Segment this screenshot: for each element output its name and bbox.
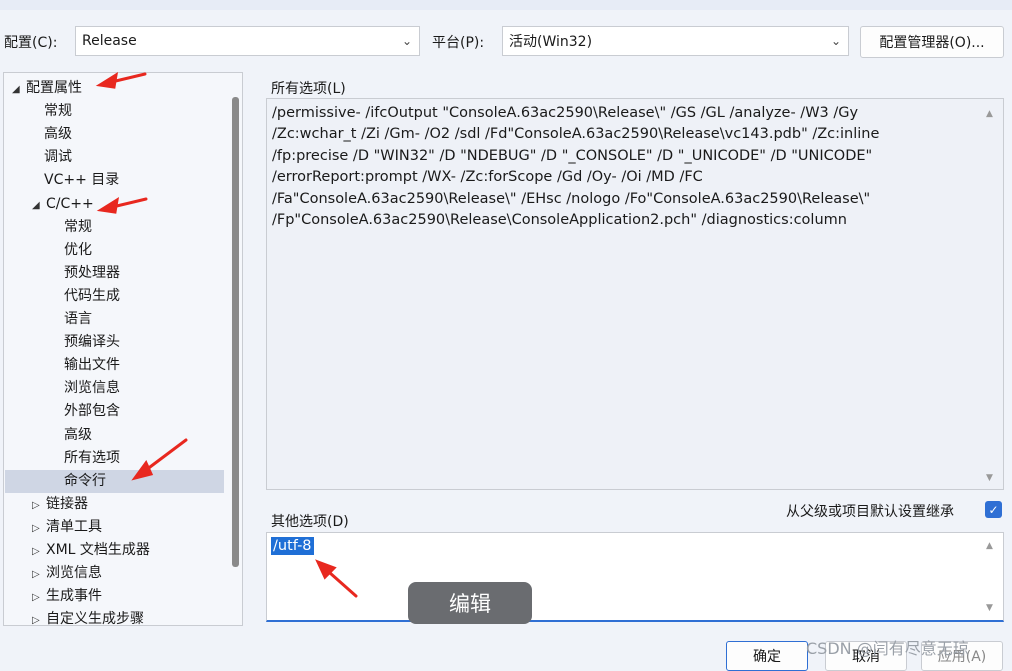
- tree-item-label: 命令行: [64, 472, 106, 489]
- tree-item-label: VC++ 目录: [44, 172, 120, 189]
- inherit-checkbox[interactable]: ✓: [985, 501, 1002, 518]
- platform-dropdown[interactable]: 活动(Win32) ⌄: [502, 26, 849, 56]
- other-options-label: 其他选项(D): [271, 514, 349, 530]
- tree-item[interactable]: 调试: [44, 146, 72, 169]
- expanded-triangle-icon[interactable]: ◢: [32, 194, 46, 217]
- edit-tooltip: 编辑: [408, 582, 532, 624]
- tree-item-label: 高级: [64, 426, 92, 443]
- collapsed-triangle-icon[interactable]: ▷: [32, 609, 46, 625]
- tree-item[interactable]: ◢ C/C++: [32, 193, 94, 216]
- tree-item-label: 优化: [64, 241, 92, 258]
- tree-item-label: 外部包含: [64, 403, 120, 420]
- platform-label: 平台(P):: [432, 35, 485, 51]
- tree-item[interactable]: VC++ 目录: [44, 169, 119, 192]
- tree-item[interactable]: ▷ 自定义生成步骤: [32, 608, 144, 626]
- chevron-down-icon: ⌄: [401, 34, 413, 48]
- tree-item[interactable]: 优化: [64, 239, 92, 262]
- tree-item-label: XML 文档生成器: [46, 542, 150, 558]
- tree-item-label: 链接器: [46, 495, 88, 512]
- tree-item-label: 调试: [44, 149, 72, 166]
- tree-item[interactable]: 外部包含: [64, 400, 120, 423]
- tree-item[interactable]: 浏览信息: [64, 377, 120, 400]
- watermark: CSDN @闫有尽意无琼: [806, 639, 969, 658]
- tree-item-label: 清单工具: [46, 518, 102, 535]
- tree-item-label: 所有选项: [64, 449, 120, 466]
- collapsed-triangle-icon[interactable]: ▷: [32, 517, 46, 540]
- tree-item[interactable]: 所有选项: [64, 447, 120, 470]
- all-options-box[interactable]: /permissive- /ifcOutput "ConsoleA.63ac25…: [266, 98, 1004, 490]
- config-label: 配置(C):: [4, 35, 58, 51]
- tree-item[interactable]: 高级: [44, 123, 72, 146]
- scroll-down-icon[interactable]: ▼: [986, 473, 993, 483]
- tree-item[interactable]: 语言: [64, 308, 92, 331]
- scroll-down-icon[interactable]: ▼: [986, 603, 993, 613]
- tree-item-label: 代码生成: [64, 287, 120, 304]
- tree-item-label: 配置属性: [26, 80, 82, 96]
- config-dropdown[interactable]: Release ⌄: [75, 26, 420, 56]
- collapsed-triangle-icon[interactable]: ▷: [32, 540, 46, 563]
- property-tree[interactable]: ◢ 配置属性 常规 高级 调试 VC++ 目录 ◢ C/C++ 常规 优化 预处理器 代码生成 语言 预编…: [3, 72, 243, 626]
- tree-item-label: 浏览信息: [46, 565, 102, 582]
- title-strip: [0, 0, 1012, 10]
- chevron-down-icon: ⌄: [830, 34, 842, 48]
- tree-item[interactable]: 高级: [64, 424, 92, 447]
- config-manager-button[interactable]: 配置管理器(O)...: [860, 26, 1004, 58]
- tree-item[interactable]: 输出文件: [64, 354, 120, 377]
- tree-item-label: C/C++: [46, 195, 94, 212]
- tree-item-label: 常规: [64, 218, 92, 235]
- tree-selection-highlight: [5, 470, 224, 493]
- scroll-up-icon[interactable]: ▲: [986, 541, 993, 551]
- all-options-label: 所有选项(L): [271, 81, 346, 97]
- tree-item-label: 预处理器: [64, 264, 120, 281]
- tree-item-label: 常规: [44, 103, 72, 120]
- platform-value: 活动(Win32): [509, 34, 593, 50]
- tree-item[interactable]: 常规: [44, 100, 72, 123]
- tree-item[interactable]: ◢ 配置属性: [12, 77, 82, 100]
- tree-item[interactable]: 预编译头: [64, 331, 120, 354]
- tree-item[interactable]: ▷ XML 文档生成器: [32, 539, 150, 562]
- tree-item-label: 生成事件: [46, 588, 102, 605]
- tree-scrollbar[interactable]: [232, 97, 239, 567]
- tree-item[interactable]: 命令行: [64, 470, 106, 493]
- all-options-text: /permissive- /ifcOutput "ConsoleA.63ac25…: [272, 105, 880, 229]
- tree-item-label: 高级: [44, 126, 72, 143]
- ok-button[interactable]: 确定: [726, 641, 808, 671]
- tree-item[interactable]: 预处理器: [64, 262, 120, 285]
- checkmark-icon: ✓: [988, 502, 999, 517]
- tree-item[interactable]: 常规: [64, 216, 92, 239]
- tree-item-label: 输出文件: [64, 357, 120, 374]
- tree-item-label: 自定义生成步骤: [46, 611, 144, 626]
- tree-item[interactable]: ▷ 生成事件: [32, 585, 102, 608]
- collapsed-triangle-icon[interactable]: ▷: [32, 494, 46, 517]
- other-options-input[interactable]: /utf-8 ▲ ▼: [266, 532, 1004, 622]
- tree-item[interactable]: ▷ 链接器: [32, 493, 88, 516]
- inherit-label: 从父级或项目默认设置继承: [786, 504, 954, 520]
- tree-item[interactable]: 代码生成: [64, 285, 120, 308]
- tree-item[interactable]: ▷ 浏览信息: [32, 562, 102, 585]
- scroll-up-icon[interactable]: ▲: [986, 109, 993, 119]
- collapsed-triangle-icon[interactable]: ▷: [32, 586, 46, 609]
- collapsed-triangle-icon[interactable]: ▷: [32, 563, 46, 586]
- expanded-triangle-icon[interactable]: ◢: [12, 78, 26, 101]
- config-value: Release: [82, 33, 137, 49]
- tree-item-label: 语言: [64, 311, 92, 327]
- tree-item-label: 浏览信息: [64, 380, 120, 397]
- tree-item[interactable]: ▷ 清单工具: [32, 516, 102, 539]
- other-options-value: /utf-8: [271, 537, 314, 555]
- tree-item-label: 预编译头: [64, 334, 120, 351]
